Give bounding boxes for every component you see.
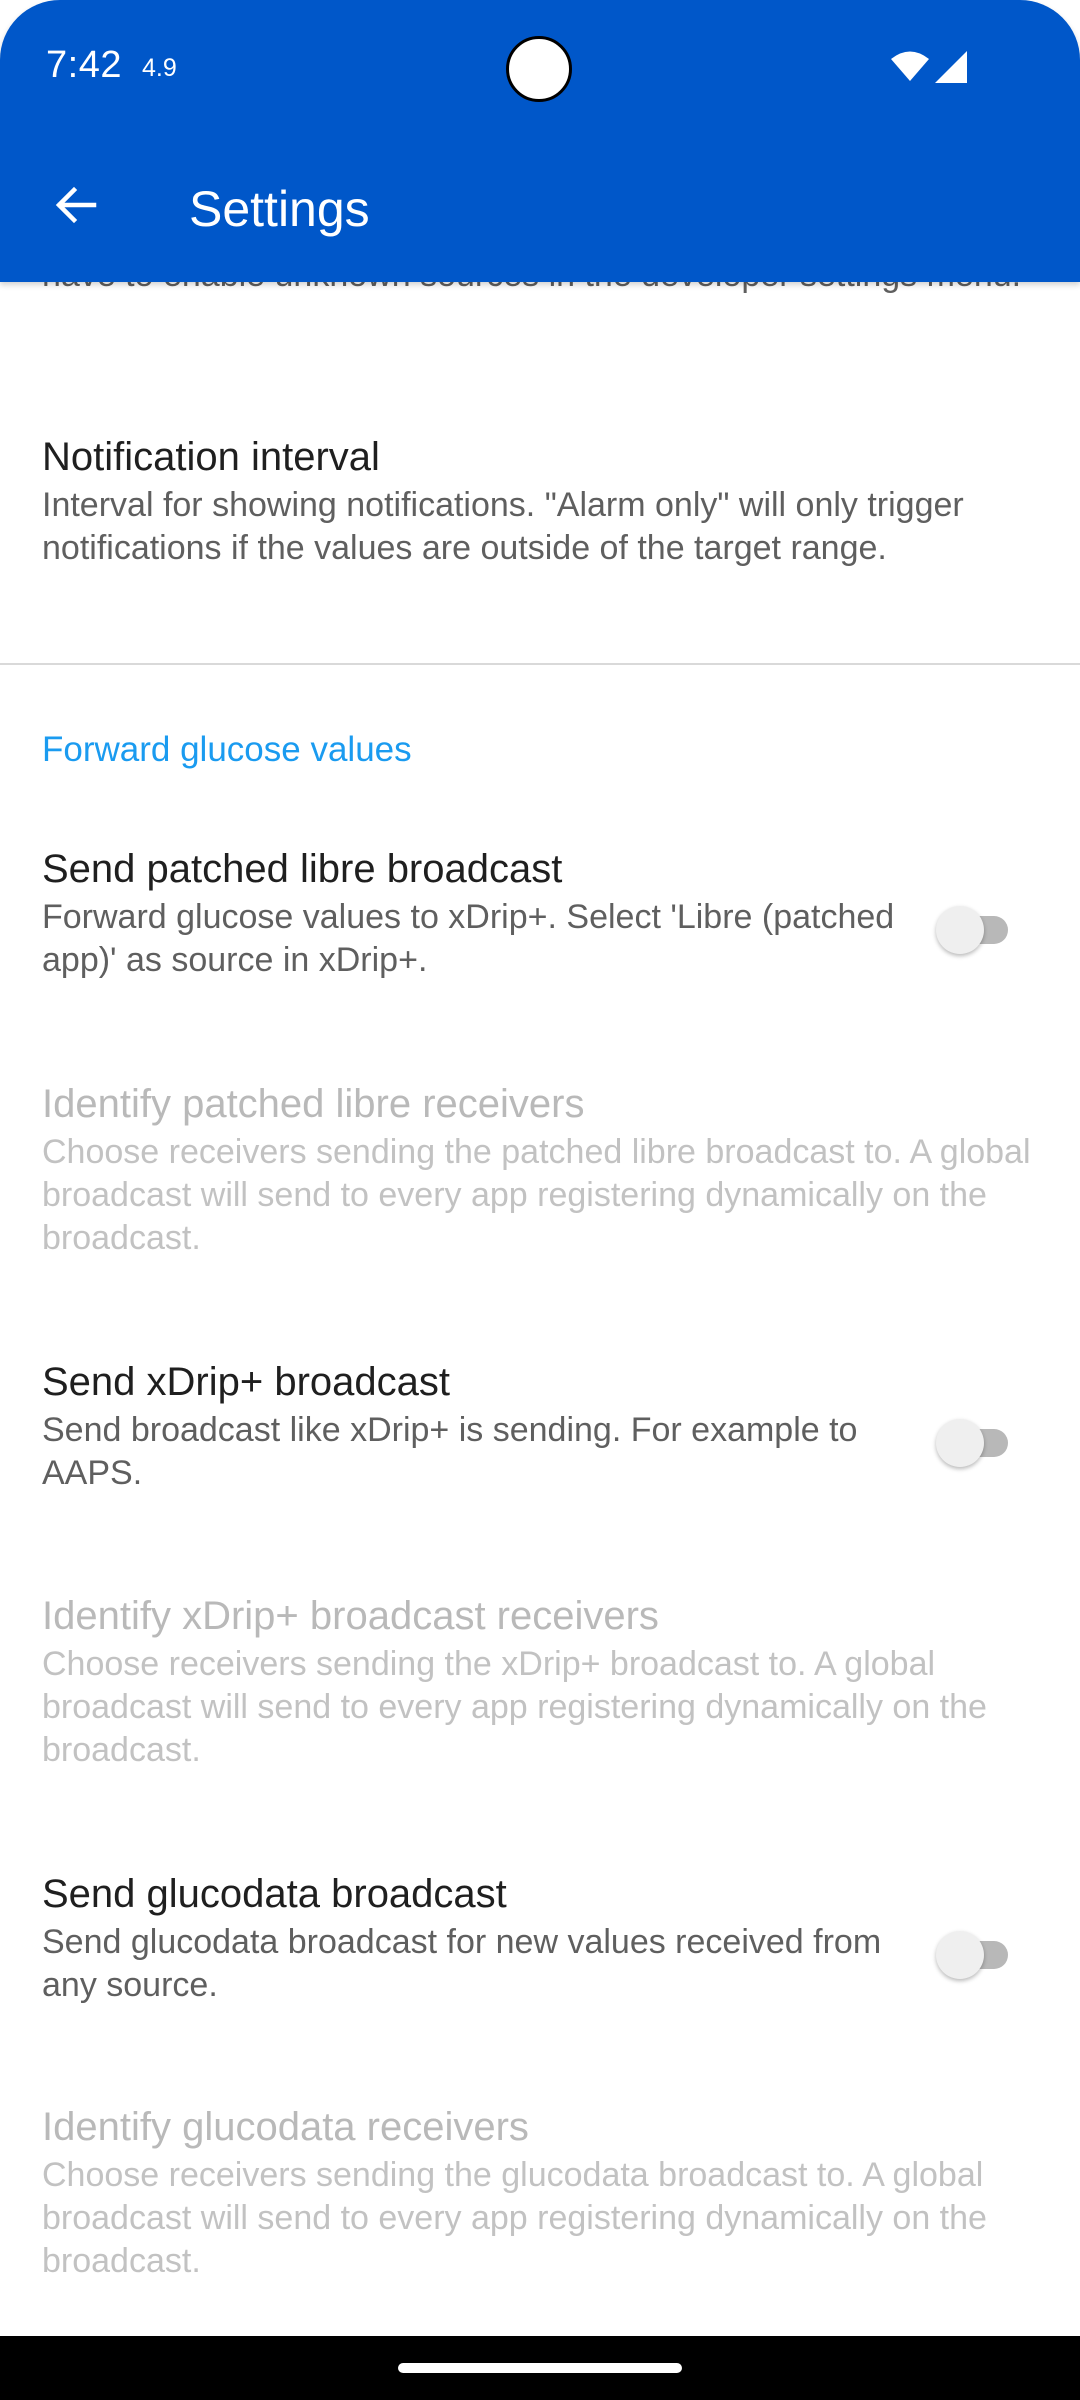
pref-summary: Send broadcast like xDrip+ is sending. F… xyxy=(42,1411,858,1492)
pref-title: Send glucodata broadcast xyxy=(42,1872,507,1916)
pref-summary: Choose receivers sending the xDrip+ broa… xyxy=(42,1645,987,1769)
pref-send-xdrip[interactable]: Send xDrip+ broadcast Send broadcast lik… xyxy=(42,1355,1042,1495)
pref-summary: Interval for showing notifications. "Ala… xyxy=(42,486,964,567)
pref-send-patched-libre[interactable]: Send patched libre broadcast Forward glu… xyxy=(42,842,1042,982)
pref-notification-interval[interactable]: Notification interval Interval for showi… xyxy=(42,430,1042,570)
navigation-bar xyxy=(0,2336,1080,2400)
pref-title: Identify glucodata receivers xyxy=(42,2105,529,2149)
pref-title: Send xDrip+ broadcast xyxy=(42,1360,451,1404)
page-title: Settings xyxy=(189,181,370,237)
status-extra-value: 4.9 xyxy=(142,54,177,82)
switch-thumb xyxy=(936,1931,984,1979)
pref-summary: Choose receivers sending the glucodata b… xyxy=(42,2156,987,2280)
pref-title: Send patched libre broadcast xyxy=(42,847,563,891)
pref-summary: Forward glucose values to xDrip+. Select… xyxy=(42,898,895,979)
section-divider xyxy=(0,663,1080,665)
pref-title: Notification interval xyxy=(42,435,380,479)
switch-send-glucodata[interactable] xyxy=(936,1931,1008,1979)
status-time: 7:42 xyxy=(46,44,122,86)
section-header-forward-glucose: Forward glucose values xyxy=(42,730,412,769)
pref-identify-patched-libre: Identify patched libre receivers Choose … xyxy=(42,1077,1042,1260)
switch-thumb xyxy=(936,1419,984,1467)
switch-send-xdrip[interactable] xyxy=(936,1419,1008,1467)
pref-summary: Choose receivers sending the patched lib… xyxy=(42,1133,1031,1257)
home-gesture-handle[interactable] xyxy=(398,2363,682,2373)
wifi-icon xyxy=(891,51,929,81)
pref-summary: Send glucodata broadcast for new values … xyxy=(42,1923,882,2004)
pref-identify-xdrip: Identify xDrip+ broadcast receivers Choo… xyxy=(42,1589,1042,1772)
arrow-back-icon xyxy=(55,186,97,224)
pref-identify-glucodata: Identify glucodata receivers Choose rece… xyxy=(42,2100,1042,2283)
camera-cutout xyxy=(506,36,572,102)
settings-screen: 7:42 4.9 Settings have to enable unknown… xyxy=(0,0,1080,2400)
back-button[interactable] xyxy=(40,170,110,240)
pref-title: Identify patched libre receivers xyxy=(42,1082,585,1126)
pref-send-glucodata[interactable]: Send glucodata broadcast Send glucodata … xyxy=(42,1867,1042,2007)
app-bar: 7:42 4.9 Settings xyxy=(0,0,1080,282)
switch-send-patched-libre[interactable] xyxy=(936,906,1008,954)
switch-thumb xyxy=(936,906,984,954)
pref-title: Identify xDrip+ broadcast receivers xyxy=(42,1594,659,1638)
cell-signal-icon xyxy=(935,51,967,83)
